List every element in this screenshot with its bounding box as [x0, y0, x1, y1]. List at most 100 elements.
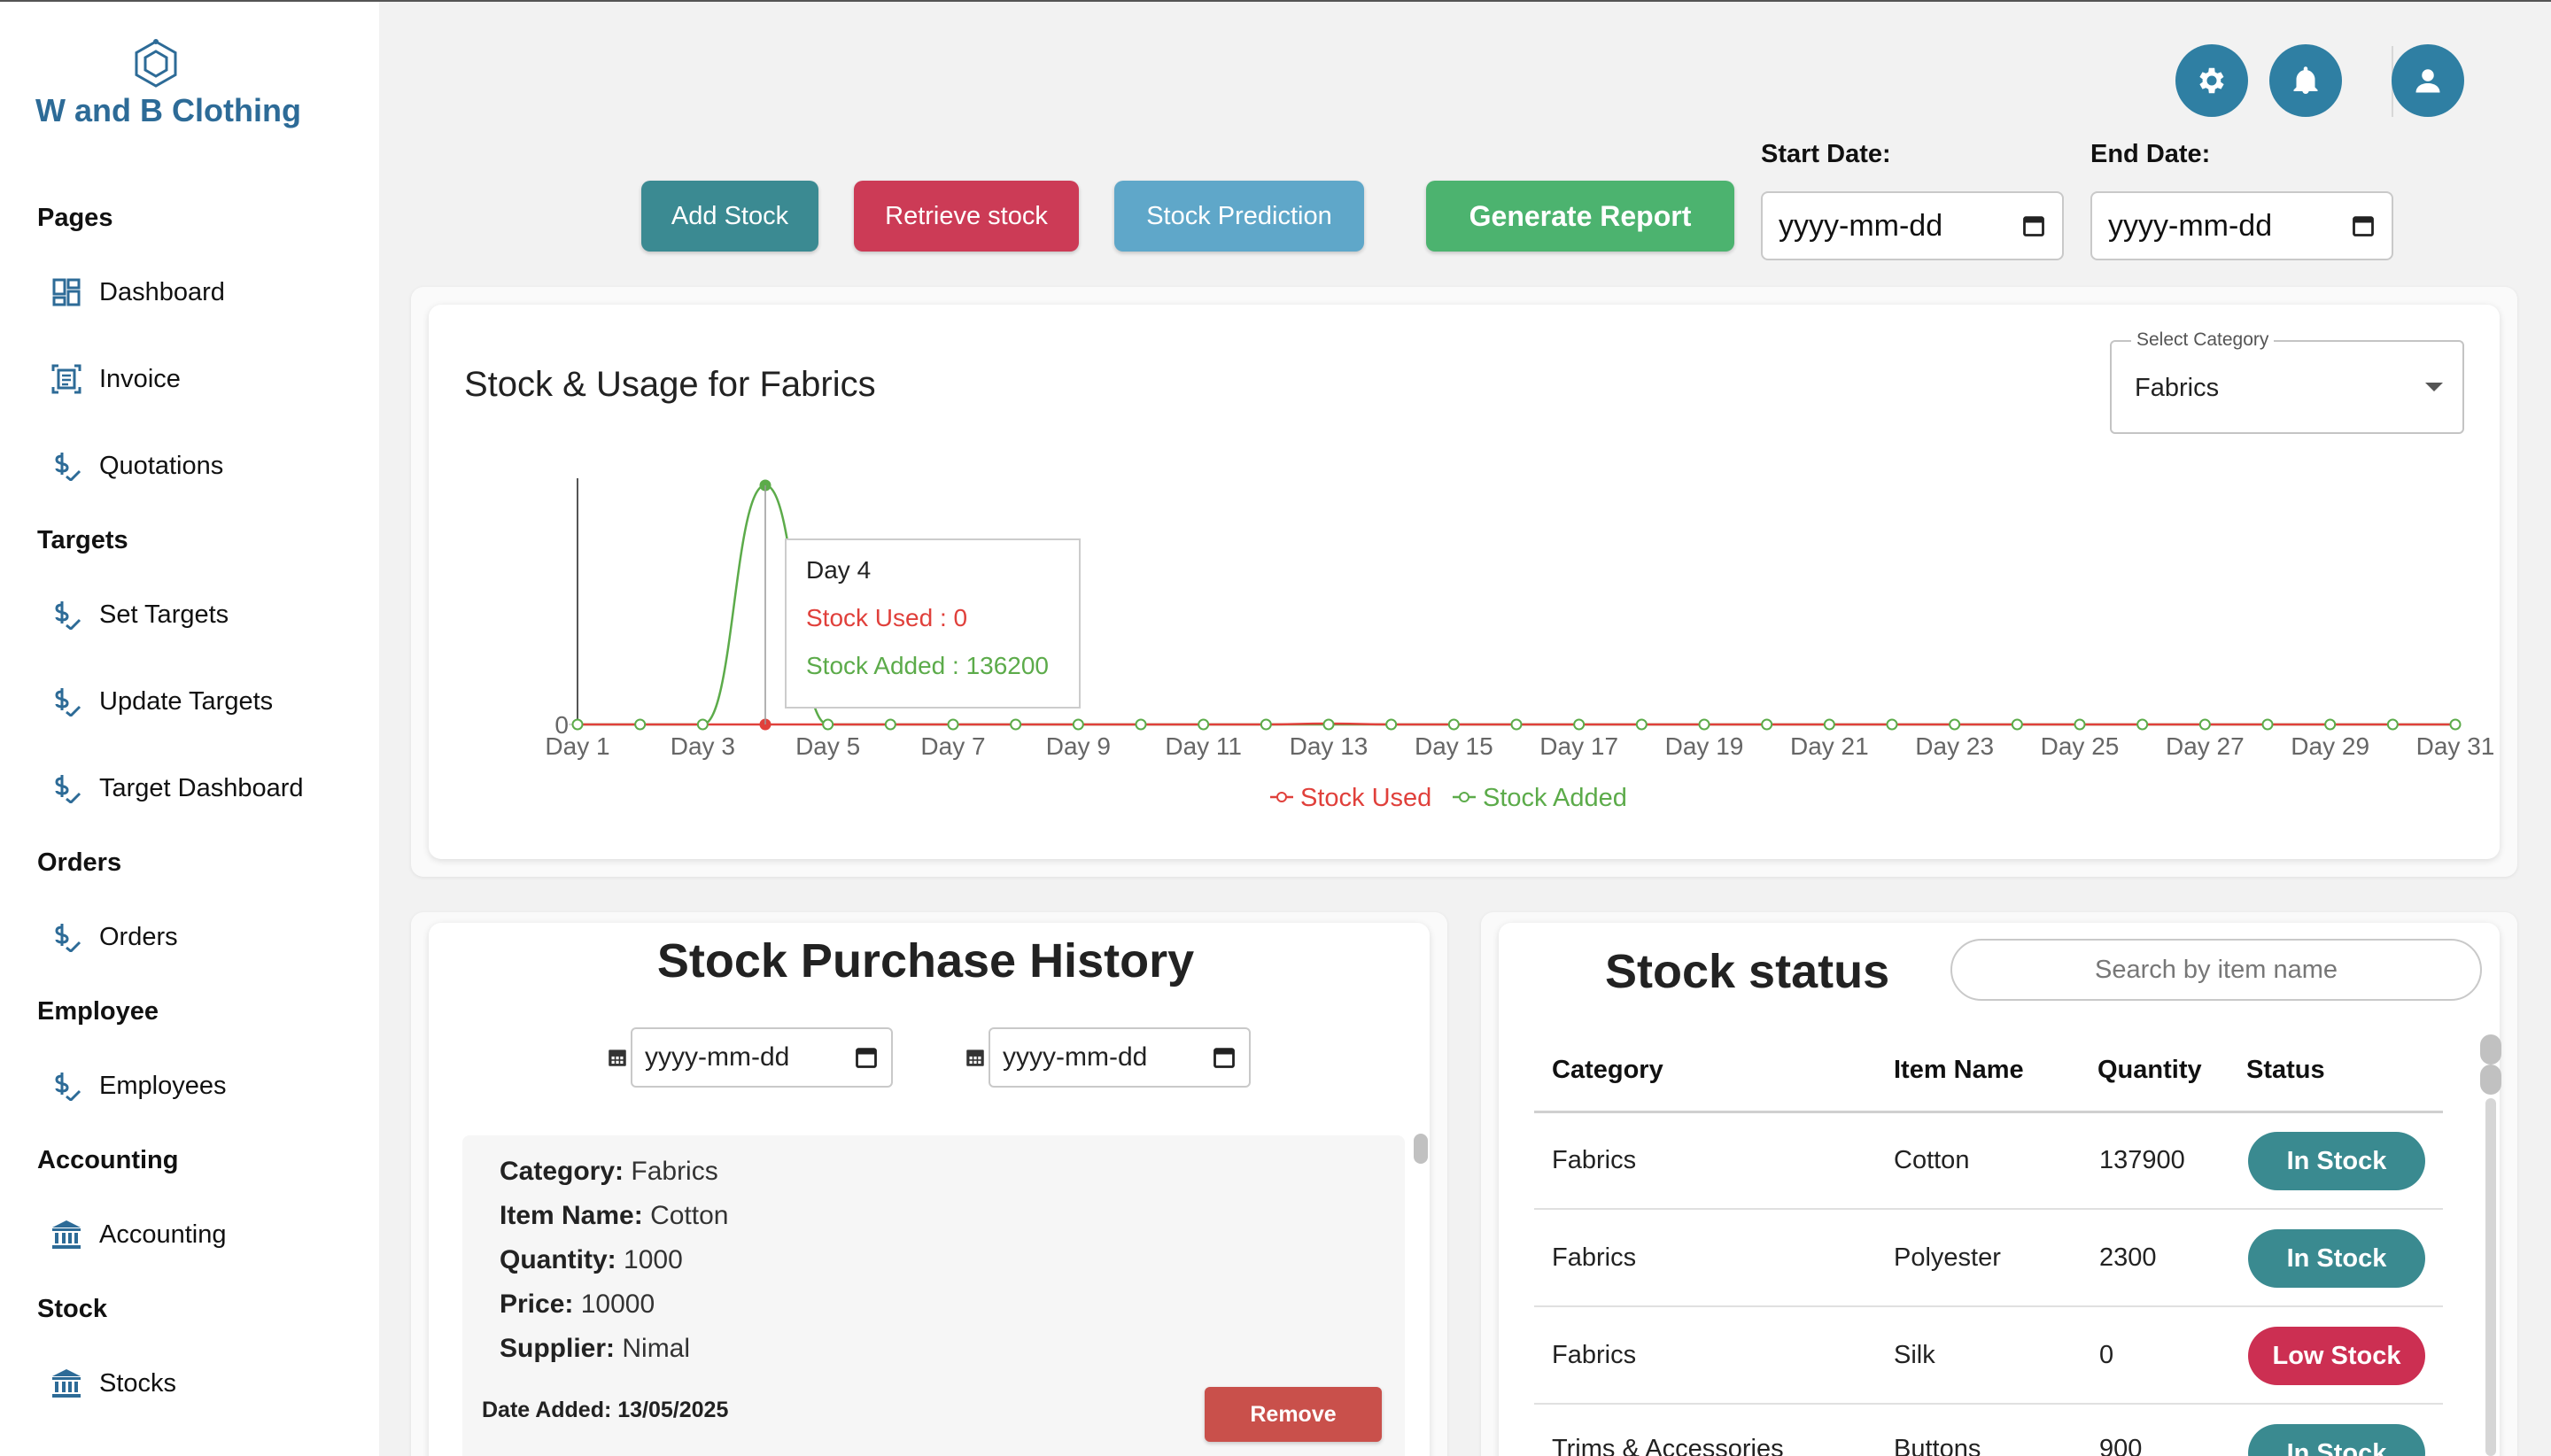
data-point	[696, 718, 709, 731]
entry-category: Category: Fabrics	[500, 1157, 718, 1187]
history-to-date-input[interactable]: yyyy-mm-dd	[989, 1027, 1251, 1088]
data-point	[571, 718, 584, 731]
calendar-icon	[2023, 216, 2044, 236]
top-border	[0, 0, 2551, 2]
sidebar-item-quotations[interactable]: Quotations	[50, 441, 342, 491]
data-point	[1072, 718, 1084, 731]
cell-item-name: Cotton	[1894, 1146, 1970, 1174]
sidebar-item-label: Employees	[99, 1071, 227, 1100]
cell-category: Fabrics	[1552, 1341, 1637, 1369]
calendar-icon	[1213, 1048, 1235, 1068]
row-divider	[1534, 1305, 2443, 1307]
add-stock-button[interactable]: Add Stock	[641, 181, 818, 252]
money-icon	[50, 598, 83, 631]
stock-usage-chart: 0Day 1 Day 3 Day 5 Day 7 Day 9 Day 11 Day 13 Da…	[545, 478, 2495, 812]
notifications-button[interactable]	[2269, 44, 2342, 117]
retrieve-stock-button[interactable]: Retrieve stock	[854, 181, 1079, 252]
row-divider	[1534, 1208, 2443, 1210]
legend-label: Stock Added	[1483, 784, 1627, 812]
stock-status-title: Stock status	[1605, 945, 1890, 998]
data-point	[947, 718, 959, 731]
data-point	[1010, 718, 1022, 731]
generate-report-button[interactable]: Generate Report	[1426, 181, 1734, 252]
sidebar-item-label: Update Targets	[99, 686, 274, 716]
sidebar-item-label: Invoice	[99, 364, 181, 393]
bank-icon	[50, 1367, 83, 1400]
tooltip-stock-added: Stock Added : 136200	[806, 652, 1049, 679]
data-point	[1573, 718, 1586, 731]
column-header-category[interactable]: Category	[1552, 1056, 1663, 1085]
data-point	[2324, 718, 2337, 731]
calendar-icon	[966, 1049, 984, 1066]
cell-item-name: Buttons	[1894, 1435, 1981, 1456]
data-point	[2074, 718, 2086, 731]
tooltip-day: Day 4	[806, 556, 872, 584]
entry-supplier-value: Nimal	[622, 1334, 691, 1363]
sidebar-item-dashboard[interactable]: Dashboard	[50, 267, 342, 317]
profile-button[interactable]	[2392, 44, 2464, 117]
column-header-status[interactable]: Status	[2246, 1056, 2325, 1085]
status-badge[interactable]: In Stock	[2248, 1424, 2425, 1456]
nav-heading-accounting: Accounting	[37, 1146, 179, 1174]
nav-heading-employee: Employee	[37, 997, 159, 1026]
cell-quantity: 0	[2099, 1341, 2114, 1369]
dashboard-icon	[50, 275, 83, 309]
stock-status-scrollbar[interactable]	[2485, 1098, 2496, 1456]
entry-item: Item Name: Cotton	[500, 1201, 728, 1231]
purchase-history-scrollbar[interactable]	[1414, 1134, 1428, 1164]
history-from-date-value: yyyy-mm-dd	[645, 1042, 790, 1072]
cell-quantity: 900	[2099, 1435, 2143, 1456]
column-header-item-name[interactable]: Item Name	[1894, 1056, 2024, 1085]
scroll-down-arrow[interactable]	[2480, 1065, 2501, 1095]
sidebar-item-update-targets[interactable]: Update Targets	[50, 677, 342, 726]
end-date-label: End Date:	[2090, 140, 2211, 168]
cell-quantity: 2300	[2099, 1243, 2157, 1272]
entry-quantity-label: Quantity:	[500, 1245, 616, 1274]
x-tick-label: Day 11	[1165, 732, 1242, 760]
end-date-value: yyyy-mm-dd	[2108, 208, 2273, 243]
cell-category: Trims & Accessories	[1552, 1435, 1784, 1456]
data-point	[2261, 718, 2274, 731]
data-point	[1260, 718, 1272, 731]
start-date-input[interactable]: yyyy-mm-dd	[1761, 191, 2064, 260]
data-point	[2011, 718, 2023, 731]
legend-marker	[1276, 792, 1287, 802]
sidebar: W and B Clothing Pages Dashboard Invoice…	[0, 2, 379, 1456]
cell-category: Fabrics	[1552, 1243, 1637, 1272]
data-point	[1322, 718, 1335, 731]
status-badge[interactable]: In Stock	[2248, 1132, 2425, 1190]
data-point	[1698, 718, 1710, 731]
x-tick-label: Day 31	[2416, 732, 2495, 760]
sidebar-item-stocks[interactable]: Stocks	[50, 1359, 342, 1408]
calendar-icon	[856, 1048, 877, 1068]
bell-icon	[2293, 66, 2318, 94]
row-divider	[1534, 1403, 2443, 1405]
money-icon	[50, 1069, 83, 1103]
sidebar-item-accounting[interactable]: Accounting	[50, 1210, 342, 1259]
sidebar-item-employees[interactable]: Employees	[50, 1061, 342, 1111]
remove-button[interactable]: Remove	[1205, 1387, 1382, 1442]
legend-marker	[1459, 792, 1469, 802]
sidebar-item-target-dashboard[interactable]: Target Dashboard	[50, 763, 342, 813]
search-input[interactable]: Search by item name	[1950, 939, 2482, 1001]
x-tick-label: Day 13	[1290, 732, 1369, 760]
sidebar-item-set-targets[interactable]: Set Targets	[50, 590, 342, 639]
history-from-date-input[interactable]: yyyy-mm-dd	[631, 1027, 893, 1088]
column-header-quantity[interactable]: Quantity	[2097, 1056, 2202, 1085]
status-badge[interactable]: In Stock	[2248, 1229, 2425, 1288]
x-tick-label: Day 1	[545, 732, 609, 760]
data-point	[1823, 718, 1835, 731]
end-date-input[interactable]: yyyy-mm-dd	[2090, 191, 2393, 260]
data-point	[1135, 718, 1147, 731]
sidebar-item-invoice[interactable]: Invoice	[50, 354, 342, 404]
nav-heading-orders: Orders	[37, 848, 122, 877]
table-header-divider	[1534, 1111, 2443, 1113]
sidebar-item-orders[interactable]: Orders	[50, 912, 342, 962]
x-tick-label: Day 23	[1915, 732, 1994, 760]
stock-prediction-button[interactable]: Stock Prediction	[1114, 181, 1364, 252]
settings-button[interactable]	[2175, 44, 2248, 117]
tooltip-stock-used: Stock Used : 0	[806, 604, 968, 631]
status-badge[interactable]: Low Stock	[2248, 1327, 2425, 1385]
data-point	[1510, 718, 1523, 731]
scroll-up-arrow[interactable]	[2480, 1034, 2501, 1065]
